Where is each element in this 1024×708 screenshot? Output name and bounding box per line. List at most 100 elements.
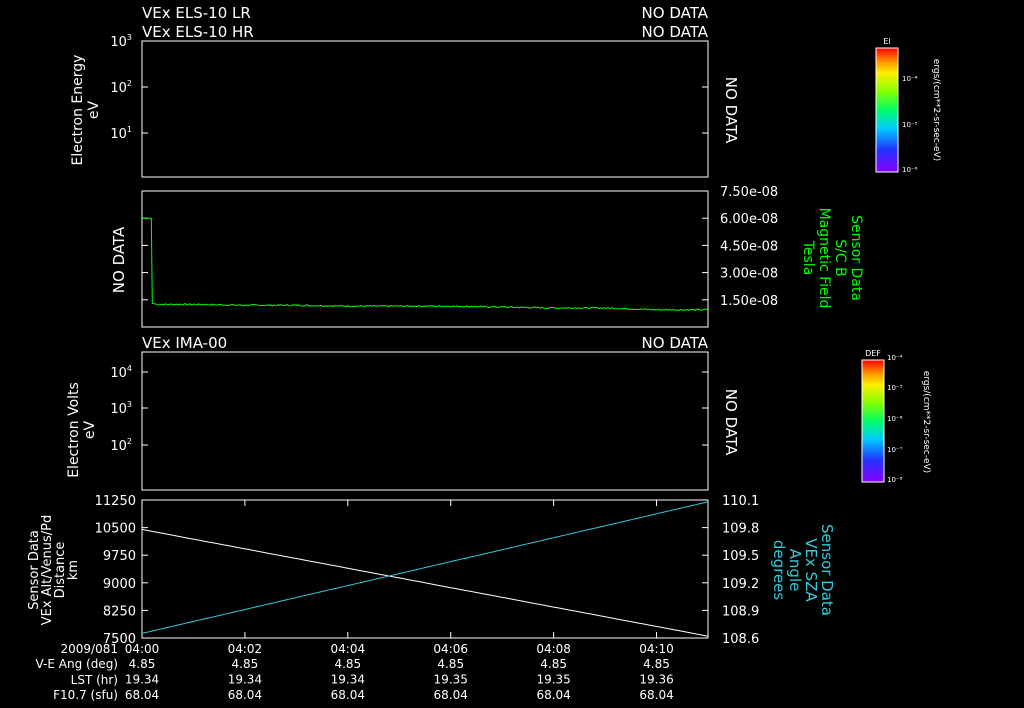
- footer-cell: 4.85: [334, 657, 361, 671]
- footer-cell: 19.36: [639, 673, 673, 687]
- colorbar-tick: 10⁻⁵: [887, 384, 903, 392]
- series-group: [141, 501, 709, 637]
- ytick-label: 102: [110, 437, 132, 454]
- colorbar-unit: ergs/(cm**2-sr-sec-eV): [921, 371, 931, 473]
- right-axis-label-line-4: degrees: [770, 540, 788, 601]
- y-axis-label-line-2: eV: [82, 420, 98, 439]
- y-axis-label-line-1: Sensor Data: [848, 215, 864, 301]
- right-ytick-label: 109.5: [722, 549, 759, 564]
- footer-cell: 19.34: [125, 673, 159, 687]
- colorbar-def: DEF 10⁻⁴ 10⁻⁵ 10⁻⁶ 10⁻⁷ 10⁻⁸ ergs/(cm**2…: [861, 349, 931, 484]
- left-axis-label-line-4: km: [66, 560, 81, 580]
- colorbar-tick: 10⁻⁵: [902, 121, 918, 129]
- header: VEx ELS-10 LR NO DATA VEx ELS-10 HR NO D…: [142, 4, 709, 41]
- xtick-label: 04:02: [228, 642, 263, 656]
- header-line-2-left: VEx ELS-10 HR: [142, 23, 254, 41]
- xtick-label: 04:06: [433, 642, 468, 656]
- colorbar-tick: 10⁻⁶: [887, 415, 903, 423]
- ytick-label: 4.50e-08: [720, 239, 778, 254]
- panel-electron-energy: 101 102 103 Electron Energy eV NO DATA E…: [70, 33, 941, 178]
- footer-cell: 68.04: [434, 688, 468, 702]
- xtick-label: 04:10: [639, 642, 674, 656]
- panel-electron-volts: VEx IMA-00 NO DATA 102 103 104 Electron …: [66, 334, 931, 491]
- colorbar-scale: [861, 359, 885, 483]
- y-axis-label-line-1: Electron Volts: [66, 382, 82, 478]
- footer-table: 2009/081 V-E Ang (deg) LST (hr) F10.7 (s…: [36, 642, 674, 702]
- distance-series-line: [141, 528, 709, 637]
- magnetic-field-series-line: [142, 217, 709, 312]
- left-ytick-label: 8250: [103, 604, 136, 619]
- panel-frame: [141, 499, 709, 639]
- colorbar-unit: ergs/(cm**2-sr-sec-eV): [931, 59, 941, 161]
- footer-cell: 19.35: [434, 673, 468, 687]
- ytick-label: 103: [110, 400, 132, 417]
- y-axis-label-line-4: Tesla: [800, 240, 816, 276]
- ytick-label: 102: [110, 79, 132, 96]
- footer-cell: 4.85: [129, 657, 156, 671]
- colorbar-label: El: [883, 37, 890, 46]
- y-axis-label-line-3: Magnetic Field: [816, 208, 832, 309]
- ytick-marks: [142, 371, 708, 446]
- panel-frame: [141, 190, 709, 328]
- header-line-2-right: NO DATA: [642, 23, 709, 41]
- footer-cell: 19.34: [228, 673, 262, 687]
- colorbar-tick: 10⁻⁸: [887, 476, 903, 484]
- right-ytick-label: 108.6: [722, 632, 759, 647]
- xtick-label: 04:00: [125, 642, 160, 656]
- sza-series-line: [141, 501, 709, 634]
- panel-title-left: VEx IMA-00: [142, 334, 227, 352]
- panel-frame: [141, 351, 709, 491]
- ytick-marks: [142, 40, 708, 134]
- panel-frame: [141, 40, 709, 178]
- right-ytick-label: 110.1: [722, 494, 759, 509]
- ytick-label: 1.50e-08: [720, 294, 778, 309]
- ytick-label: 3.00e-08: [720, 267, 778, 282]
- footer-cell: 68.04: [125, 688, 159, 702]
- footer-cell: 68.04: [536, 688, 570, 702]
- footer-cell: 19.35: [536, 673, 570, 687]
- footer-cell: 4.85: [643, 657, 670, 671]
- right-ytick-label: 109.2: [722, 577, 759, 592]
- right-ytick-label: 108.9: [722, 604, 759, 619]
- ytick-label: 6.00e-08: [720, 212, 778, 227]
- spacecraft-data-plot: VEx ELS-10 LR NO DATA VEx ELS-10 HR NO D…: [27, 4, 941, 702]
- header-line-1-right: NO DATA: [642, 4, 709, 22]
- footer-cell: 68.04: [331, 688, 365, 702]
- no-data-label: NO DATA: [722, 77, 740, 144]
- colorbar-label: DEF: [865, 349, 881, 358]
- ytick-label: 7.50e-08: [720, 185, 778, 200]
- xtick-label: 04:08: [536, 642, 571, 656]
- colorbar-tick: 10⁻⁶: [902, 166, 918, 174]
- colorbar-tick: 10⁻⁷: [887, 446, 903, 454]
- left-ytick-label: 9750: [103, 549, 136, 564]
- no-data-label: NO DATA: [110, 226, 128, 293]
- panel-magnetic-field: 7.50e-08 6.00e-08 4.50e-08 3.00e-08 1.50e-08…: [110, 185, 864, 328]
- footer-row-label: V-E Ang (deg): [36, 657, 118, 671]
- ytick-label: 103: [110, 33, 132, 50]
- ytick-label: 101: [110, 125, 132, 142]
- footer-cell: 68.04: [639, 688, 673, 702]
- colorbar-el: El 10⁻⁴ 10⁻⁵ 10⁻⁶ ergs/(cm**2-sr-sec-eV): [875, 37, 941, 174]
- footer-cell: 4.85: [540, 657, 567, 671]
- left-ytick-label: 9000: [103, 577, 136, 592]
- footer-cell: 4.85: [437, 657, 464, 671]
- footer-cell: 19.34: [331, 673, 365, 687]
- panel-distance-sza: 11250105009750900082507500110.1109.8109.…: [27, 494, 836, 647]
- footer-columns: 04:004.8519.3468.0404:024.8519.3468.0404…: [125, 642, 674, 702]
- footer-row-label: F10.7 (sfu): [53, 688, 118, 702]
- colorbar-tick: 10⁻⁴: [902, 75, 918, 83]
- footer-date: 2009/081: [61, 642, 119, 656]
- ytick-group: 11250105009750900082507500110.1109.8109.…: [95, 494, 760, 647]
- y-axis-label-line-2: eV: [86, 100, 102, 119]
- left-ytick-label: 10500: [95, 522, 136, 537]
- colorbar-scale: [875, 47, 899, 173]
- footer-row-label: LST (hr): [71, 673, 118, 687]
- footer-cell: 68.04: [228, 688, 262, 702]
- y-axis-label-line-1: Electron Energy: [70, 55, 86, 166]
- right-ytick-label: 109.8: [722, 522, 759, 537]
- footer-cell: 4.85: [232, 657, 259, 671]
- panel-title-right: NO DATA: [642, 334, 709, 352]
- y-axis-label-line-2: S/C B: [832, 239, 848, 276]
- colorbar-tick: 10⁻⁴: [887, 354, 903, 362]
- ytick-group: 7.50e-08 6.00e-08 4.50e-08 3.00e-08 1.50e-08: [142, 185, 778, 309]
